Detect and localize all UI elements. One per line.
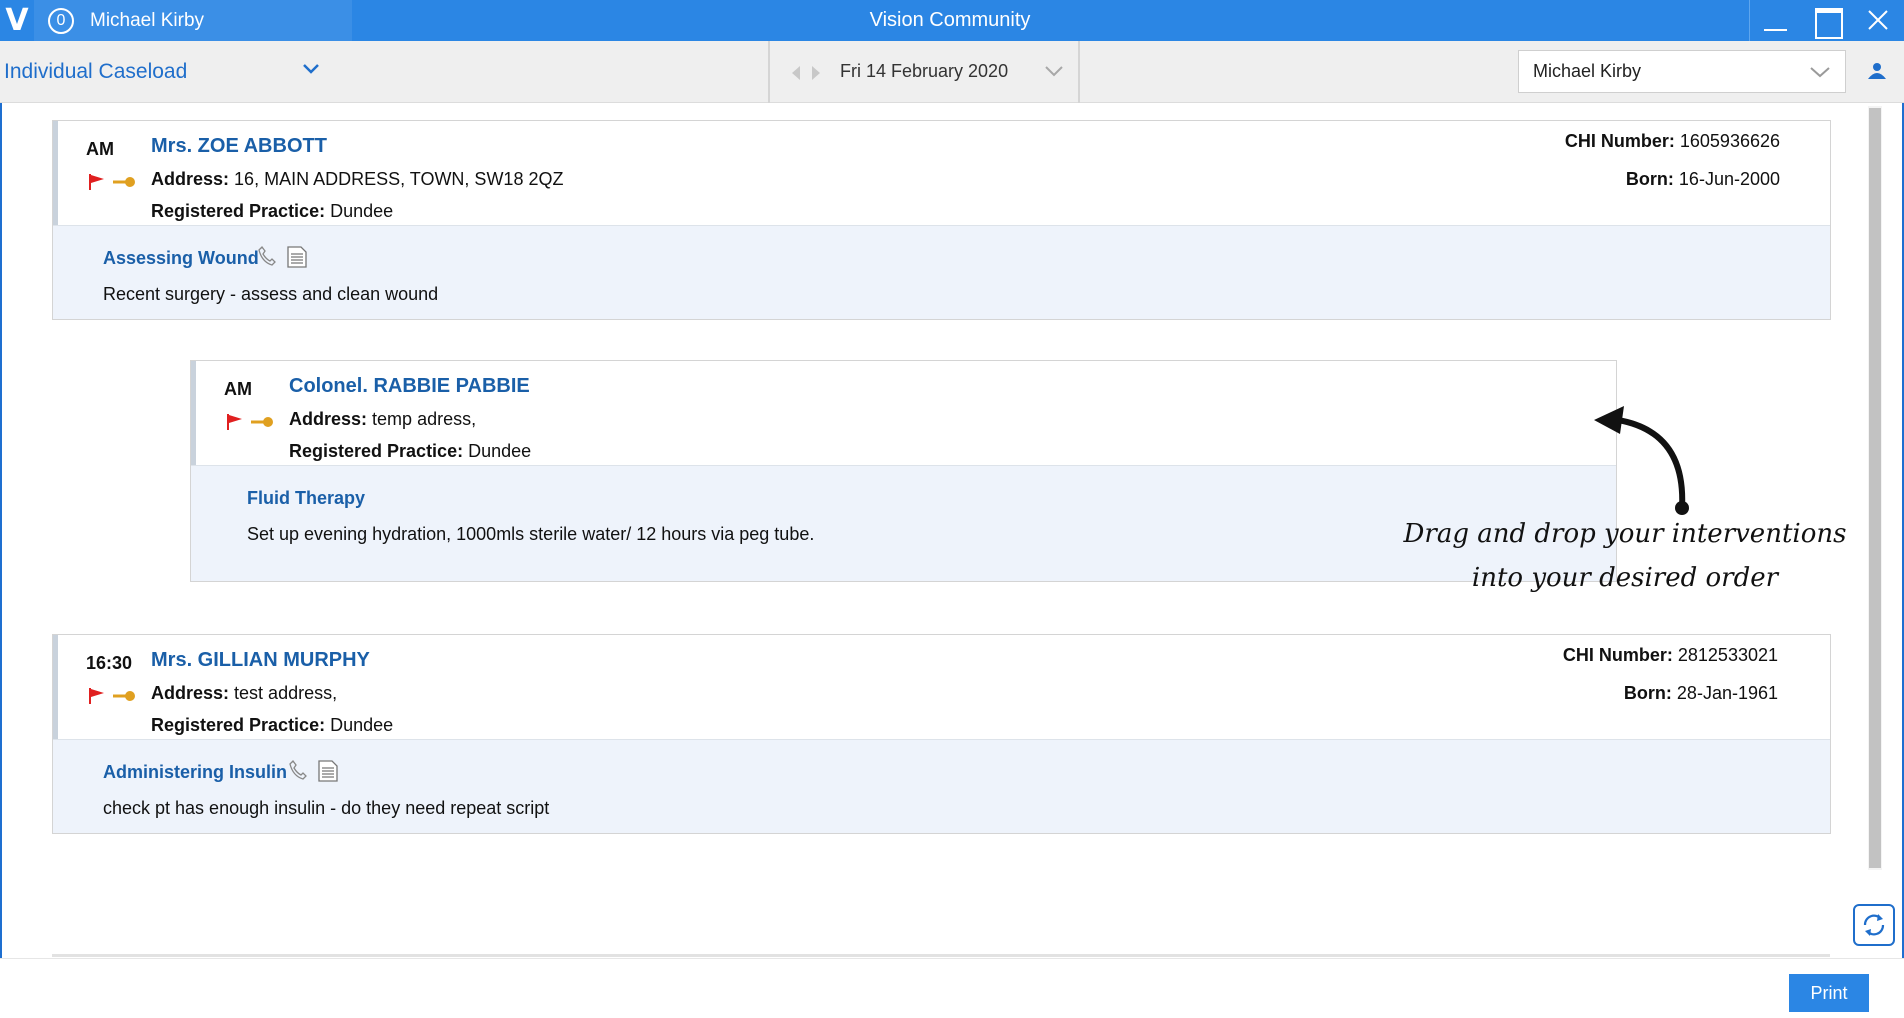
- visit-time: AM: [86, 139, 114, 159]
- practice-line: Registered Practice: Dundee: [289, 441, 531, 462]
- chevron-down-icon[interactable]: [1809, 66, 1831, 78]
- title-bar: V 0 Michael Kirby Vision Community: [0, 0, 1904, 41]
- intervention-description: check pt has enough insulin - do they ne…: [103, 798, 550, 818]
- close-icon[interactable]: [1853, 0, 1904, 41]
- refresh-icon: [1863, 914, 1885, 936]
- user-select-value: Michael Kirby: [1533, 61, 1642, 81]
- vision-logo-icon: V: [5, 3, 29, 38]
- document-icon[interactable]: [318, 760, 338, 782]
- practice-value: Dundee: [330, 201, 394, 221]
- refresh-button[interactable]: [1853, 904, 1895, 946]
- address-label: Address:: [151, 683, 230, 703]
- footer-divider: [52, 954, 1830, 957]
- chi-line: CHI Number: 2812533021: [1563, 645, 1778, 666]
- address-label: Address:: [151, 169, 230, 189]
- intervention-title[interactable]: Fluid Therapy: [247, 488, 365, 509]
- address-value: temp adress,: [372, 409, 477, 429]
- address-value: 16, MAIN ADDRESS, TOWN, SW18 2QZ: [234, 169, 564, 189]
- address-value: test address,: [234, 683, 338, 703]
- born-label: Born:: [1623, 683, 1672, 703]
- key-icon: [113, 177, 135, 187]
- chi-value: 1605936626: [1679, 131, 1780, 151]
- born-label: Born:: [1625, 169, 1674, 189]
- maximize-icon[interactable]: [1801, 0, 1852, 41]
- born-line: Born: 28-Jan-1961: [1624, 683, 1778, 704]
- caseload-label: Individual Caseload: [4, 60, 188, 83]
- intervention-title[interactable]: Assessing Wound: [103, 248, 259, 269]
- flag-icon: [89, 174, 104, 190]
- window-controls: [1749, 0, 1904, 41]
- phone-icon[interactable]: [289, 760, 307, 780]
- user-select[interactable]: Michael Kirby: [1518, 50, 1846, 93]
- person-icon[interactable]: [1866, 61, 1888, 81]
- intervention[interactable]: Administering Insulin check pt has enoug…: [53, 739, 1830, 833]
- chi-line: CHI Number: 1605936626: [1565, 131, 1780, 152]
- caseload-select[interactable]: Individual Caseload: [4, 41, 324, 103]
- patient-name[interactable]: Colonel. RABBIE PABBIE: [289, 375, 530, 398]
- visit-card-header: 16:30 Mrs. GILLIAN MURPHY Address: test …: [53, 635, 1830, 739]
- address-line: Address: 16, MAIN ADDRESS, TOWN, SW18 2Q…: [151, 169, 563, 190]
- date-value: Fri 14 February 2020: [840, 61, 1009, 81]
- visit-card-header: AM Mrs. ZOE ABBOTT Address: 16, MAIN ADD…: [53, 121, 1830, 225]
- born-value: 28-Jan-1961: [1676, 683, 1778, 703]
- print-button[interactable]: Print: [1789, 974, 1869, 1012]
- document-icon[interactable]: [287, 246, 307, 268]
- footer: Print: [0, 958, 1904, 1018]
- practice-label: Registered Practice:: [289, 441, 464, 461]
- practice-label: Registered Practice:: [151, 715, 326, 735]
- flag-icon: [89, 688, 104, 704]
- visit-time: AM: [224, 379, 252, 399]
- key-icon: [251, 417, 273, 427]
- intervention-description: Recent surgery - assess and clean wound: [103, 284, 439, 304]
- practice-label: Registered Practice:: [151, 201, 326, 221]
- intervention[interactable]: Assessing Wound Recent surgery - assess …: [53, 225, 1830, 319]
- chevron-down-icon[interactable]: [1044, 65, 1064, 77]
- address-line: Address: test address,: [151, 683, 337, 704]
- app-title: Vision Community: [869, 9, 1031, 31]
- practice-line: Registered Practice: Dundee: [151, 201, 393, 222]
- annotation-arrow: [1594, 406, 1689, 515]
- arrow-left-icon[interactable]: [790, 65, 802, 81]
- visit-card[interactable]: AM Mrs. ZOE ABBOTT Address: 16, MAIN ADD…: [52, 120, 1831, 320]
- practice-value: Dundee: [330, 715, 394, 735]
- address-line: Address: temp adress,: [289, 409, 476, 430]
- date-picker[interactable]: Fri 14 February 2020: [768, 41, 1080, 103]
- chi-label: CHI Number:: [1562, 645, 1673, 665]
- practice-line: Registered Practice: Dundee: [151, 715, 393, 736]
- drag-drop-annotation: Drag and drop your interventions into yo…: [1400, 512, 1850, 600]
- chi-label: CHI Number:: [1564, 131, 1675, 151]
- logged-in-user: Michael Kirby: [90, 9, 205, 31]
- annotation-line-2: into your desired order: [1471, 563, 1779, 593]
- user-area[interactable]: 0 Michael Kirby: [34, 0, 352, 41]
- scrollbar-thumb[interactable]: [1869, 108, 1881, 868]
- born-line: Born: 16-Jun-2000: [1626, 169, 1780, 190]
- visit-card-header: AM Colonel. RABBIE PABBIE Address: temp …: [191, 361, 1616, 465]
- intervention-title[interactable]: Administering Insulin: [103, 762, 287, 783]
- visit-time: 16:30: [86, 653, 133, 673]
- notification-badge-icon[interactable]: 0: [48, 7, 74, 34]
- phone-icon[interactable]: [258, 246, 276, 266]
- patient-name[interactable]: Mrs. ZOE ABBOTT: [151, 135, 327, 158]
- intervention-description: Set up evening hydration, 1000mls steril…: [247, 524, 815, 544]
- minimize-icon[interactable]: [1750, 0, 1801, 41]
- toolbar: Individual Caseload Fri 14 February 2020…: [0, 41, 1904, 103]
- visit-card[interactable]: 16:30 Mrs. GILLIAN MURPHY Address: test …: [52, 634, 1831, 834]
- chevron-down-icon[interactable]: [302, 63, 320, 75]
- patient-name[interactable]: Mrs. GILLIAN MURPHY: [151, 649, 370, 672]
- arrow-right-icon[interactable]: [810, 65, 822, 81]
- chi-value: 2812533021: [1677, 645, 1778, 665]
- flag-icon: [227, 414, 242, 430]
- born-value: 16-Jun-2000: [1678, 169, 1780, 189]
- address-label: Address:: [289, 409, 368, 429]
- annotation-line-1: Drag and drop your interventions: [1403, 519, 1847, 549]
- key-icon: [113, 691, 135, 701]
- practice-value: Dundee: [468, 441, 532, 461]
